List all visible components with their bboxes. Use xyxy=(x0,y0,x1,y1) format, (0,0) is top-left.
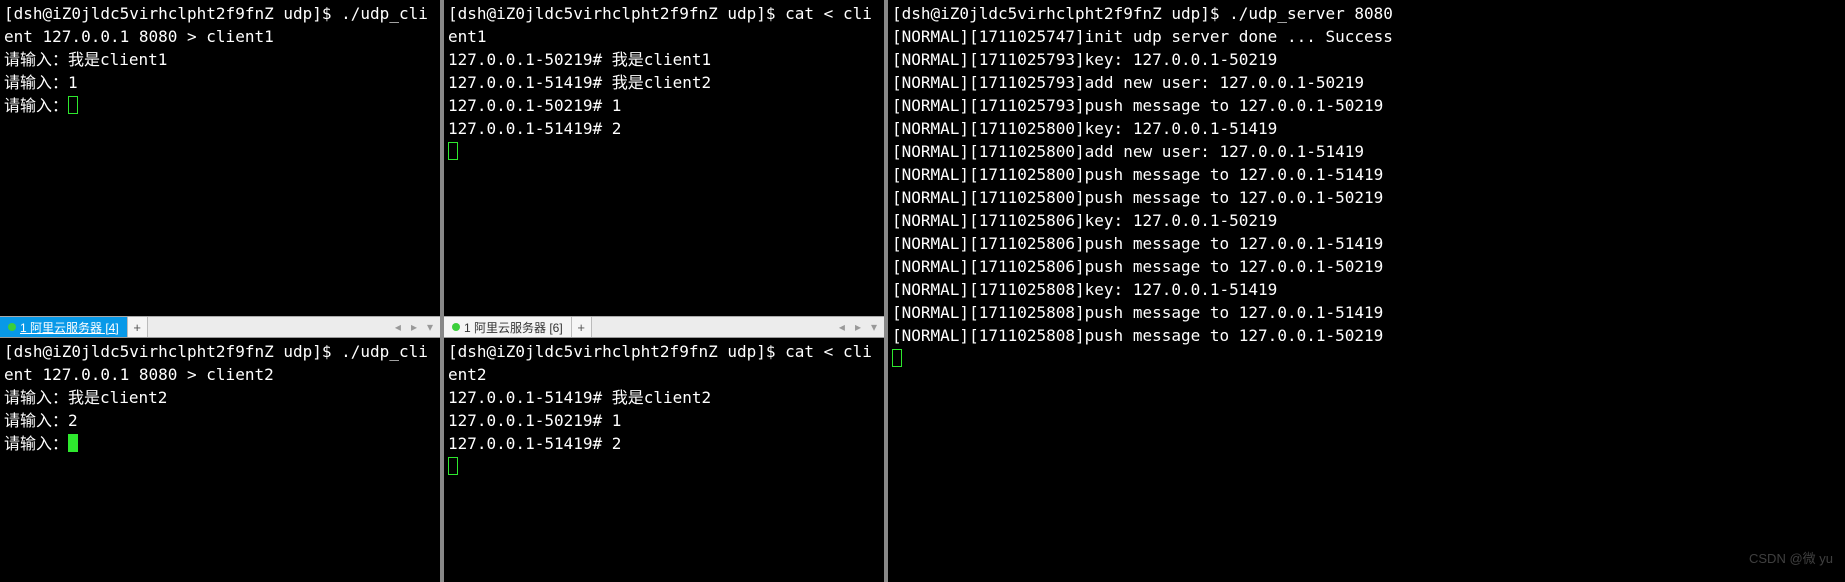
terminal-client1-input[interactable]: [dsh@iZ0jldc5virhclpht2f9fnZ udp]$ ./udp… xyxy=(0,0,440,316)
cursor-icon xyxy=(448,142,458,160)
prompt-line: [dsh@iZ0jldc5virhclpht2f9fnZ udp]$ cat <… xyxy=(448,340,880,363)
log-line: [NORMAL][1711025800]push message to 127.… xyxy=(892,186,1841,209)
cmd-wrap-line: ent1 xyxy=(448,25,880,48)
log-line: [NORMAL][1711025806]push message to 127.… xyxy=(892,232,1841,255)
input-pending-line: 请输入： xyxy=(4,94,436,117)
output-line: 127.0.0.1-50219# 1 xyxy=(448,409,880,432)
log-line: [NORMAL][1711025806]key: 127.0.0.1-50219 xyxy=(892,209,1841,232)
tabbar-left: 1 阿里云服务器 [4] + ◂ ▸ ▾ xyxy=(0,316,440,338)
cursor-line xyxy=(448,140,880,163)
tab-label: 1 阿里云服务器 [4] xyxy=(20,319,119,336)
log-line: [NORMAL][1711025806]push message to 127.… xyxy=(892,255,1841,278)
tabbar-middle: 1 阿里云服务器 [6] + ◂ ▸ ▾ xyxy=(444,316,884,338)
prompt-line: [dsh@iZ0jldc5virhclpht2f9fnZ udp]$ ./udp… xyxy=(4,340,436,363)
input-line: 请输入：2 xyxy=(4,409,436,432)
log-line: [NORMAL][1711025800]key: 127.0.0.1-51419 xyxy=(892,117,1841,140)
tab-label: 1 阿里云服务器 [6] xyxy=(464,319,563,336)
terminal-client2-output[interactable]: [dsh@iZ0jldc5virhclpht2f9fnZ udp]$ cat <… xyxy=(444,338,884,582)
tab-prev-icon[interactable]: ◂ xyxy=(836,320,848,334)
prompt-line: [dsh@iZ0jldc5virhclpht2f9fnZ udp]$ ./udp… xyxy=(892,2,1841,25)
input-line: 请输入：我是client2 xyxy=(4,386,436,409)
status-dot-icon xyxy=(8,323,16,331)
cmd-wrap-line: ent2 xyxy=(448,363,880,386)
input-line: 请输入：1 xyxy=(4,71,436,94)
add-tab-button[interactable]: + xyxy=(128,317,148,337)
cursor-icon xyxy=(68,434,78,452)
output-line: 127.0.0.1-50219# 1 xyxy=(448,94,880,117)
cursor-line xyxy=(892,347,1841,370)
log-line: [NORMAL][1711025800]push message to 127.… xyxy=(892,163,1841,186)
terminal-client1-output[interactable]: [dsh@iZ0jldc5virhclpht2f9fnZ udp]$ cat <… xyxy=(444,0,884,316)
tab-prev-icon[interactable]: ◂ xyxy=(392,320,404,334)
tab-menu-icon[interactable]: ▾ xyxy=(424,320,436,334)
tab-menu-icon[interactable]: ▾ xyxy=(868,320,880,334)
log-line: [NORMAL][1711025747]init udp server done… xyxy=(892,25,1841,48)
log-line: [NORMAL][1711025793]add new user: 127.0.… xyxy=(892,71,1841,94)
cmd-wrap-line: ent 127.0.0.1 8080 > client2 xyxy=(4,363,436,386)
cursor-icon xyxy=(68,96,78,114)
tab-next-icon[interactable]: ▸ xyxy=(408,320,420,334)
terminal-server[interactable]: [dsh@iZ0jldc5virhclpht2f9fnZ udp]$ ./udp… xyxy=(888,0,1845,582)
splitter-vertical-2[interactable] xyxy=(884,0,888,582)
prompt-line: [dsh@iZ0jldc5virhclpht2f9fnZ udp]$ cat <… xyxy=(448,2,880,25)
tab-aliyun-server-6[interactable]: 1 阿里云服务器 [6] xyxy=(444,317,572,337)
tabbar-spacer xyxy=(148,317,388,337)
tab-aliyun-server-4[interactable]: 1 阿里云服务器 [4] xyxy=(0,317,128,337)
status-dot-icon xyxy=(452,323,460,331)
log-line: [NORMAL][1711025800]add new user: 127.0.… xyxy=(892,140,1841,163)
tabbar-spacer xyxy=(592,317,832,337)
splitter-vertical-1[interactable] xyxy=(440,0,444,582)
terminal-client2-input[interactable]: [dsh@iZ0jldc5virhclpht2f9fnZ udp]$ ./udp… xyxy=(0,338,440,582)
cursor-line xyxy=(448,455,880,478)
log-line: [NORMAL][1711025808]push message to 127.… xyxy=(892,324,1841,347)
prompt-line: [dsh@iZ0jldc5virhclpht2f9fnZ udp]$ ./udp… xyxy=(4,2,436,25)
cursor-icon xyxy=(892,349,902,367)
cursor-icon xyxy=(448,457,458,475)
add-tab-button[interactable]: + xyxy=(572,317,592,337)
output-line: 127.0.0.1-51419# 我是client2 xyxy=(448,386,880,409)
cmd-wrap-line: ent 127.0.0.1 8080 > client1 xyxy=(4,25,436,48)
output-line: 127.0.0.1-50219# 我是client1 xyxy=(448,48,880,71)
input-pending-line: 请输入： xyxy=(4,432,436,455)
input-line: 请输入：我是client1 xyxy=(4,48,436,71)
output-line: 127.0.0.1-51419# 我是client2 xyxy=(448,71,880,94)
log-line: [NORMAL][1711025793]push message to 127.… xyxy=(892,94,1841,117)
output-line: 127.0.0.1-51419# 2 xyxy=(448,432,880,455)
tabbar-nav: ◂ ▸ ▾ xyxy=(388,317,440,337)
output-line: 127.0.0.1-51419# 2 xyxy=(448,117,880,140)
log-line: [NORMAL][1711025808]push message to 127.… xyxy=(892,301,1841,324)
tabbar-nav: ◂ ▸ ▾ xyxy=(832,317,884,337)
log-line: [NORMAL][1711025793]key: 127.0.0.1-50219 xyxy=(892,48,1841,71)
log-line: [NORMAL][1711025808]key: 127.0.0.1-51419 xyxy=(892,278,1841,301)
tab-next-icon[interactable]: ▸ xyxy=(852,320,864,334)
